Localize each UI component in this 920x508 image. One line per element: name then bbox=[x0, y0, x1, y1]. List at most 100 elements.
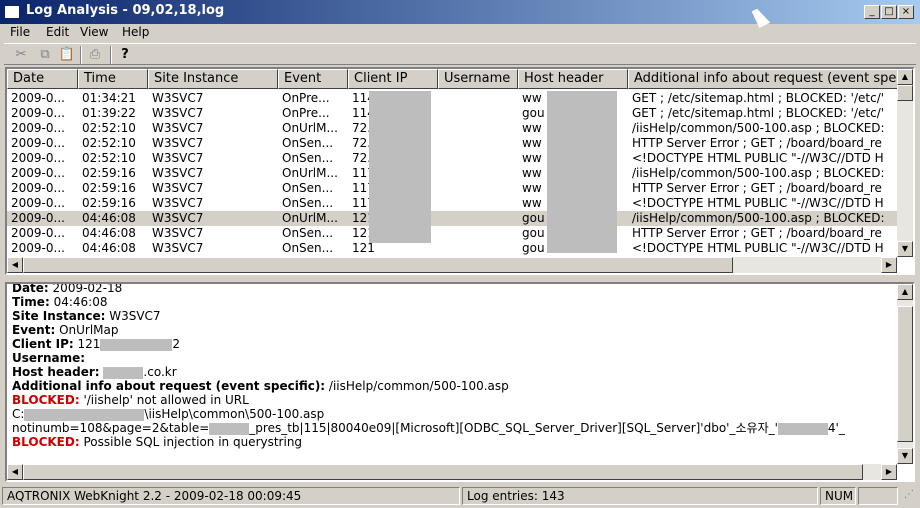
detail-additional-info: Additional info about request (event spe… bbox=[12, 379, 509, 393]
maximize-button[interactable]: □ bbox=[881, 5, 897, 19]
status-scrl bbox=[858, 487, 898, 505]
column-header-site-instance[interactable]: Site Instance bbox=[148, 69, 278, 89]
cell-additional-info: <!DOCTYPE HTML PUBLIC "-//W3C//DTD H bbox=[632, 241, 884, 255]
table-row[interactable]: 2009-0... 02:52:10 W3SVC7 OnSen... 72. ww HTTP… bbox=[7, 136, 899, 151]
title-bar[interactable]: Log Analysis - 09,02,18,log _ □ × bbox=[0, 0, 920, 28]
scroll-left-icon[interactable]: ◀ bbox=[7, 464, 23, 480]
cell-date: 2009-0... bbox=[11, 91, 65, 105]
window-title: Log Analysis - 09,02,18,log bbox=[26, 3, 225, 18]
cut-icon[interactable]: ✂ bbox=[12, 46, 30, 64]
cell-date: 2009-0... bbox=[11, 226, 65, 240]
table-row[interactable]: 2009-0... 02:59:16 W3SVC7 OnSen... 117 ww <!D… bbox=[7, 196, 899, 211]
status-log-entries: Log entries: 143 bbox=[462, 487, 818, 505]
menu-edit[interactable]: Edit bbox=[46, 25, 69, 39]
cell-site-instance: W3SVC7 bbox=[152, 181, 204, 195]
cell-client-ip: 121 bbox=[352, 241, 375, 255]
cell-date: 2009-0... bbox=[11, 151, 65, 165]
menu-view[interactable]: View bbox=[80, 25, 108, 39]
list-horizontal-scrollbar[interactable]: ◀ ▶ bbox=[7, 257, 897, 273]
scroll-right-icon[interactable]: ▶ bbox=[881, 464, 897, 480]
cell-date: 2009-0... bbox=[11, 196, 65, 210]
cell-username bbox=[438, 196, 518, 211]
column-header-host-header[interactable]: Host header bbox=[518, 69, 628, 89]
detail-vertical-scrollbar[interactable]: ▲ ▼ bbox=[897, 284, 913, 464]
print-icon[interactable]: ⎙ bbox=[86, 46, 104, 64]
redaction-block bbox=[777, 422, 828, 435]
cell-additional-info: HTTP Server Error ; GET ; /board/board_r… bbox=[632, 136, 882, 150]
minimize-button[interactable]: _ bbox=[864, 5, 880, 19]
cell-time: 02:52:10 bbox=[82, 151, 136, 165]
scroll-thumb[interactable] bbox=[23, 464, 863, 480]
detail-client-ip: Client IP: 121 2 bbox=[12, 337, 181, 351]
table-row[interactable]: 2009-0... 02:59:16 W3SVC7 OnUrlM... 117 ww/ii… bbox=[7, 166, 899, 181]
cell-event: OnSen... bbox=[282, 241, 334, 255]
cell-username bbox=[438, 181, 518, 196]
cell-additional-info: /iisHelp/common/500-100.asp ; BLOCKED: bbox=[632, 121, 885, 135]
scroll-left-icon[interactable]: ◀ bbox=[7, 257, 23, 273]
redaction-block bbox=[24, 408, 145, 421]
table-row[interactable]: 2009-0... 04:46:08 W3SVC7 OnSen... 121 gou HTT… bbox=[7, 226, 899, 241]
scroll-up-icon[interactable]: ▲ bbox=[897, 69, 913, 85]
detail-event: Event: OnUrlMap bbox=[12, 323, 119, 337]
redaction-block bbox=[103, 366, 144, 379]
table-row[interactable]: 2009-0... 02:52:10 W3SVC7 OnUrlM... 72. ww/ii… bbox=[7, 121, 899, 136]
column-header-date[interactable]: Date bbox=[7, 69, 78, 89]
scroll-thumb[interactable] bbox=[23, 257, 733, 273]
table-row[interactable]: 2009-0... 01:34:21 W3SVC7 OnPre... 114 ww GET … bbox=[7, 91, 899, 106]
help-icon[interactable]: ? bbox=[116, 46, 134, 64]
table-row[interactable]: 2009-0... 02:59:16 W3SVC7 OnSen... 117 ww HTTP… bbox=[7, 181, 899, 196]
menu-file[interactable]: File bbox=[10, 25, 30, 39]
detail-blocked-sql: BLOCKED: Possible SQL injection in query… bbox=[12, 435, 303, 449]
cell-site-instance: W3SVC7 bbox=[152, 241, 204, 255]
detail-time: Time: 04:46:08 bbox=[12, 295, 108, 309]
copy-icon[interactable]: ⧉ bbox=[36, 46, 54, 64]
cell-event: OnUrlM... bbox=[282, 211, 338, 225]
detail-date: Date: 2009-02-18 bbox=[12, 282, 123, 295]
detail-horizontal-scrollbar[interactable]: ◀ ▶ bbox=[7, 464, 897, 480]
toolbar-separator bbox=[80, 46, 82, 64]
cell-additional-info: HTTP Server Error ; GET ; /board/board_r… bbox=[632, 181, 882, 195]
cell-time: 04:46:08 bbox=[82, 241, 136, 255]
column-header-additional-info[interactable]: Additional info about request (event spe… bbox=[628, 69, 899, 89]
toolbar-separator bbox=[110, 46, 112, 64]
detail-path: C: \iisHelp\common\500-100.asp bbox=[12, 407, 325, 421]
log-list[interactable]: Date Time Site Instance Event Client IP … bbox=[5, 67, 915, 275]
cell-username bbox=[438, 136, 518, 151]
table-row[interactable]: 2009-0... 01:39:22 W3SVC7 OnPre... 114 gou GET… bbox=[7, 106, 899, 121]
redaction-block bbox=[100, 338, 173, 351]
cell-time: 04:46:08 bbox=[82, 226, 136, 240]
detail-site-instance: Site Instance: W3SVC7 bbox=[12, 309, 161, 323]
scroll-thumb[interactable] bbox=[897, 306, 913, 442]
column-header-username[interactable]: Username bbox=[438, 69, 518, 89]
paste-icon[interactable]: 📋 bbox=[58, 46, 76, 64]
cell-date: 2009-0... bbox=[11, 181, 65, 195]
scroll-up-icon[interactable]: ▲ bbox=[897, 284, 913, 300]
scroll-right-icon[interactable]: ▶ bbox=[881, 257, 897, 273]
cell-time: 04:46:08 bbox=[82, 211, 136, 225]
list-vertical-scrollbar[interactable]: ▲ ▼ bbox=[897, 69, 913, 257]
scroll-down-icon[interactable]: ▼ bbox=[897, 448, 913, 464]
resize-grip-icon[interactable]: ⋰ bbox=[900, 487, 918, 505]
cell-username bbox=[438, 151, 518, 166]
scroll-down-icon[interactable]: ▼ bbox=[897, 241, 913, 257]
scroll-thumb[interactable] bbox=[897, 85, 913, 101]
menu-help[interactable]: Help bbox=[122, 25, 149, 39]
status-app: AQTRONIX WebKnight 2.2 - 2009-02-18 00:0… bbox=[2, 487, 460, 505]
column-header-time[interactable]: Time bbox=[78, 69, 148, 89]
cell-date: 2009-0... bbox=[11, 106, 65, 120]
cell-additional-info: /iisHelp/common/500-100.asp ; BLOCKED: bbox=[632, 166, 885, 180]
cell-site-instance: W3SVC7 bbox=[152, 196, 204, 210]
close-button[interactable]: × bbox=[898, 5, 914, 19]
column-header-client-ip[interactable]: Client IP bbox=[348, 69, 438, 89]
cell-event: OnUrlM... bbox=[282, 121, 338, 135]
table-row[interactable]: 2009-0... 04:46:08 W3SVC7 OnSen... 121 gou <!… bbox=[7, 241, 899, 256]
cell-date: 2009-0... bbox=[11, 136, 65, 150]
table-row[interactable]: 2009-0... 02:52:10 W3SVC7 OnSen... 72. ww <!D… bbox=[7, 151, 899, 166]
cell-event: OnSen... bbox=[282, 226, 334, 240]
table-row[interactable]: 2009-0... 04:46:08 W3SVC7 OnUrlM... 121 gou/i… bbox=[7, 211, 899, 226]
menu-bar: File Edit View Help bbox=[0, 24, 920, 42]
cell-time: 02:52:10 bbox=[82, 121, 136, 135]
cell-site-instance: W3SVC7 bbox=[152, 211, 204, 225]
column-header-event[interactable]: Event bbox=[278, 69, 348, 89]
detail-pane[interactable]: Date: 2009-02-18 Time: 04:46:08 Site Ins… bbox=[5, 282, 915, 482]
